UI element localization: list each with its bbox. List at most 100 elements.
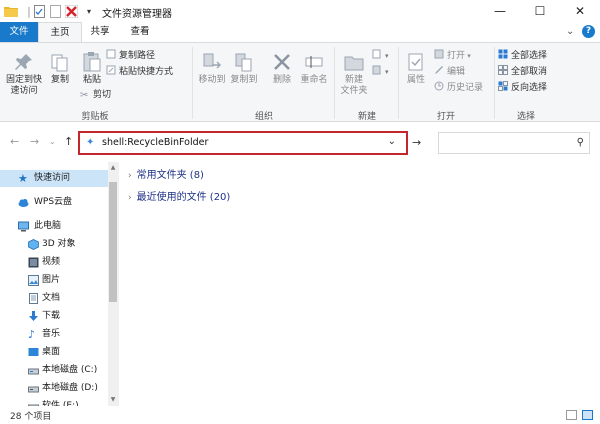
address-bar[interactable]: ✦ shell:RecycleBinFolder ⌄ (78, 131, 408, 155)
history-button[interactable]: 历史记录 (434, 81, 483, 94)
new-folder-label-2: 文件夹 (340, 86, 368, 96)
address-dropdown-icon[interactable]: ⌄ (388, 136, 396, 147)
delete-button[interactable]: 删除 (268, 51, 296, 86)
nav-item-label: 3D 对象 (42, 239, 76, 249)
minimize-button[interactable]: — (480, 0, 520, 22)
scroll-up-icon[interactable]: ▲ (108, 164, 118, 171)
new-folder-quick-icon[interactable] (48, 4, 62, 18)
edit-button[interactable]: 编辑 (434, 65, 465, 78)
nav-item-drive-c[interactable]: 本地磁盘 (C:) (0, 362, 108, 379)
nav-item-wps-cloud[interactable]: WPS云盘 (0, 194, 108, 211)
group-label-new: 新建 (357, 112, 376, 122)
nav-pane-scrollbar[interactable]: ▲ ▼ (108, 162, 118, 406)
invert-selection-button[interactable]: 反向选择 (498, 81, 547, 94)
drive-icon (28, 386, 39, 393)
item-count: 28 个项目 (10, 412, 52, 422)
tab-share[interactable]: 共享 (82, 22, 118, 42)
clipboard-icon (83, 52, 101, 72)
new-folder-button[interactable]: 新建 文件夹 (338, 51, 370, 97)
invert-selection-label: 反向选择 (511, 83, 548, 93)
forward-icon[interactable]: → (30, 135, 39, 148)
open-button[interactable]: 打开 ▾ (434, 49, 471, 62)
nav-item-label: 音乐 (42, 329, 61, 339)
move-to-button[interactable]: 移动到 (196, 51, 228, 86)
window-title: 文件资源管理器 (102, 9, 172, 20)
ribbon: 固定到快 速访问 复制 粘贴 复制路径 粘贴快捷方式 ✂ 剪切 剪贴板 移动到 复… (0, 42, 600, 122)
nav-item-documents[interactable]: 文档 (0, 290, 108, 307)
recent-locations-icon[interactable]: ⌄ (49, 137, 56, 146)
select-none-button[interactable]: 全部取消 (498, 65, 547, 78)
customize-quick-access-icon[interactable]: ▾ (82, 4, 96, 18)
select-all-button[interactable]: 全部选择 (498, 49, 547, 62)
open-label: 打开 (447, 51, 466, 61)
tab-file[interactable]: 文件 (0, 22, 38, 42)
nav-item-downloads[interactable]: 下载 (0, 308, 108, 325)
cut-button[interactable]: ✂ 剪切 (80, 89, 111, 102)
copy-to-button[interactable]: 复制到 (228, 51, 260, 86)
desktop-icon (28, 348, 39, 356)
select-none-icon (498, 65, 508, 75)
nav-item-music[interactable]: ♪ 音乐 (0, 326, 108, 343)
nav-item-label: WPS云盘 (34, 197, 73, 207)
properties-button[interactable]: 属性 (402, 51, 430, 86)
tab-home[interactable]: 主页 (38, 22, 82, 43)
search-box[interactable]: ⚲ (438, 132, 590, 154)
copy-to-label: 复制到 (230, 75, 258, 85)
new-item-button[interactable]: ▾ (372, 49, 389, 62)
copy-label: 复制 (50, 75, 69, 85)
details-view-icon[interactable] (566, 410, 577, 420)
title-bar: | ▾ 文件资源管理器 — ☐ ✕ (0, 0, 600, 22)
document-icon (29, 293, 38, 304)
maximize-button[interactable]: ☐ (520, 0, 560, 22)
copy-button[interactable]: 复制 (46, 51, 74, 86)
nav-item-drive-d[interactable]: 本地磁盘 (D:) (0, 380, 108, 397)
search-icon[interactable]: ⚲ (577, 137, 584, 148)
ribbon-divider (192, 47, 193, 119)
nav-item-this-pc[interactable]: 此电脑 (0, 218, 108, 235)
close-button[interactable]: ✕ (560, 0, 600, 22)
nav-item-3d-objects[interactable]: 3D 对象 (0, 236, 108, 253)
nav-item-label: 图片 (42, 275, 61, 285)
nav-item-quick-access[interactable]: ★ 快速访问 (0, 170, 108, 187)
up-icon[interactable]: ↑ (64, 135, 73, 148)
rename-button[interactable]: 重命名 (298, 51, 330, 86)
group-label-organize: 组织 (254, 112, 273, 122)
new-item-icon (372, 49, 381, 59)
scroll-thumb[interactable] (109, 182, 117, 302)
address-input[interactable]: shell:RecycleBinFolder (102, 137, 208, 148)
move-to-label: 移动到 (198, 75, 226, 85)
download-icon (29, 311, 38, 321)
section-recent-files[interactable]: › 最近使用的文件 (20) (128, 188, 230, 203)
section-frequent-folders[interactable]: › 常用文件夹 (8) (128, 166, 204, 181)
ribbon-tab-bar: 文件 主页 共享 查看 ⌄ ? (0, 22, 600, 43)
pin-quick-access-button[interactable]: 固定到快 速访问 (4, 51, 44, 97)
delete-label: 删除 (272, 75, 291, 85)
scroll-down-icon[interactable]: ▼ (108, 396, 118, 403)
properties-quick-icon[interactable] (32, 4, 46, 18)
go-arrow-icon[interactable]: → (412, 136, 421, 149)
collapse-ribbon-icon[interactable]: ⌄ (566, 26, 574, 37)
easy-access-button[interactable]: ▾ (372, 65, 389, 78)
copy-path-label: 复制路径 (119, 51, 156, 61)
nav-item-label: 软件 (E:) (42, 401, 79, 406)
pane-divider[interactable] (118, 162, 119, 406)
paste-shortcut-button[interactable]: 粘贴快捷方式 (106, 65, 173, 78)
tab-view[interactable]: 查看 (118, 22, 162, 42)
edit-icon (435, 66, 443, 74)
help-icon[interactable]: ? (582, 25, 595, 38)
ribbon-divider (398, 47, 399, 119)
group-label-open: 打开 (436, 112, 455, 122)
tiles-view-icon[interactable] (582, 410, 593, 420)
pin-icon (15, 54, 32, 70)
nav-item-drive-e[interactable]: 软件 (E:) (0, 398, 108, 406)
select-none-label: 全部取消 (511, 67, 548, 77)
nav-item-videos[interactable]: 视频 (0, 254, 108, 271)
cut-label: 剪切 (93, 90, 112, 100)
nav-item-desktop[interactable]: 桌面 (0, 344, 108, 361)
paste-button[interactable]: 粘贴 (78, 51, 106, 86)
copy-path-button[interactable]: 复制路径 (106, 49, 155, 62)
address-field[interactable]: ✦ shell:RecycleBinFolder ⌄ (84, 136, 402, 150)
delete-quick-icon[interactable] (64, 4, 78, 18)
nav-item-pictures[interactable]: 图片 (0, 272, 108, 289)
back-icon[interactable]: ← (10, 135, 19, 148)
